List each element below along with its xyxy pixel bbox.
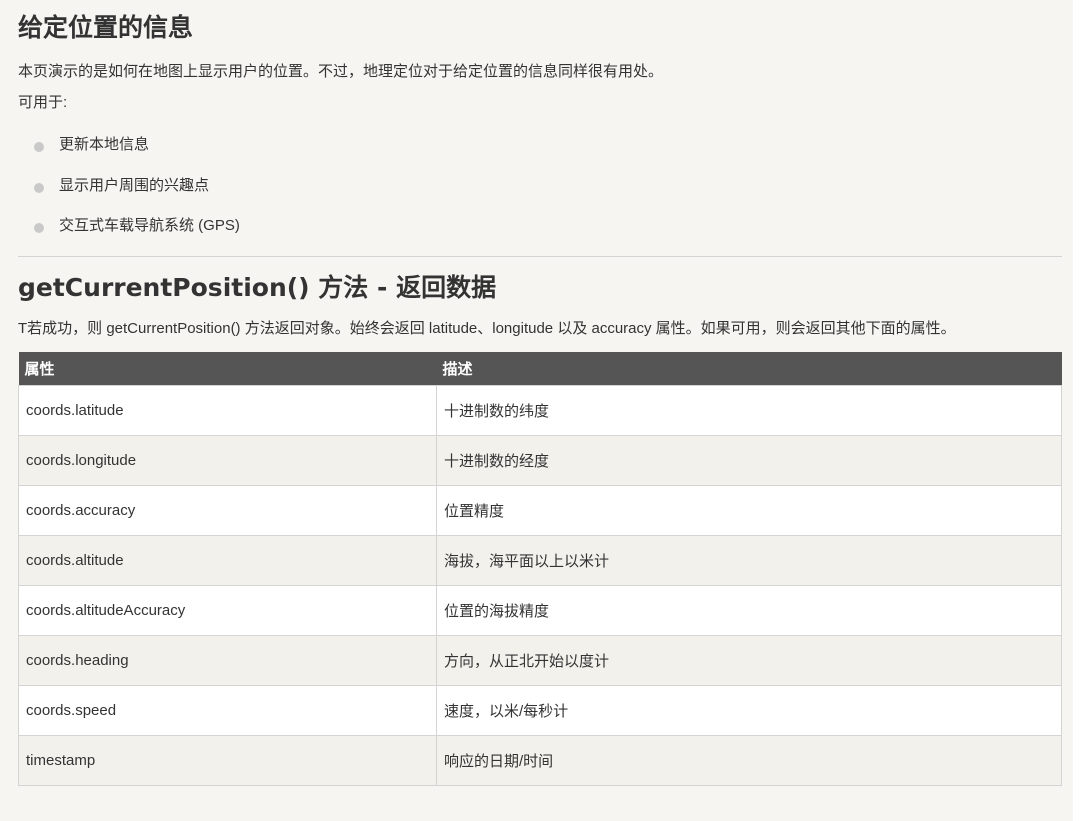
list-item: 显示用户周围的兴趣点 [18, 175, 240, 216]
table-row: coords.accuracy 位置精度 [18, 485, 1062, 536]
intro-paragraph: T若成功，则 getCurrentPosition() 方法返回对象。始终会返回… [18, 320, 956, 337]
property-cell: coords.heading [18, 635, 437, 686]
properties-table: 属性 描述 coords.latitude 十进制数的纬度 coords.lon… [18, 352, 1062, 786]
column-header: 描述 [436, 352, 1062, 386]
property-cell: coords.altitudeAccuracy [18, 585, 437, 636]
list-item-text: 显示用户周围的兴趣点 [59, 176, 210, 194]
description-cell: 方向，从正北开始以度计 [436, 635, 1062, 686]
column-header: 属性 [18, 352, 437, 386]
description-cell: 十进制数的纬度 [436, 385, 1062, 436]
page-margin [1073, 0, 1087, 821]
section-title: 给定位置的信息 [18, 13, 194, 42]
property-cell: coords.longitude [18, 435, 437, 486]
description-cell: 十进制数的经度 [436, 435, 1062, 486]
table-row: coords.longitude 十进制数的经度 [18, 435, 1062, 486]
table-header-row: 属性 描述 [18, 352, 1062, 386]
divider [18, 256, 1062, 257]
table-row: coords.altitudeAccuracy 位置的海拔精度 [18, 585, 1062, 636]
bullet-icon [34, 182, 44, 193]
list-item-text: 更新本地信息 [59, 136, 150, 153]
description-cell: 海拔，海平面以上以米计 [436, 535, 1062, 586]
content-area: 给定位置的信息 本页演示的是如何在地图上显示用户的位置。不过，地理定位对于给定位… [4, 0, 1073, 821]
list-item: 更新本地信息 [18, 134, 240, 175]
table-row: timestamp 响应的日期/时间 [18, 735, 1062, 786]
description-cell: 位置精度 [436, 485, 1062, 536]
list-item: 交互式车载导航系统 (GPS) [18, 215, 240, 256]
property-cell: timestamp [18, 735, 437, 786]
property-cell: coords.altitude [18, 535, 437, 586]
uses-label: 可用于: [18, 94, 68, 111]
table-row: coords.latitude 十进制数的纬度 [18, 385, 1062, 436]
table-row: coords.heading 方向，从正北开始以度计 [18, 635, 1062, 686]
description-cell: 响应的日期/时间 [436, 735, 1062, 786]
property-cell: coords.accuracy [18, 485, 437, 536]
bullet-icon [34, 223, 44, 233]
property-cell: coords.speed [18, 685, 437, 736]
description-cell: 位置的海拔精度 [436, 585, 1062, 636]
table-row: coords.speed 速度，以米/每秒计 [18, 685, 1062, 736]
intro-paragraph: 本页演示的是如何在地图上显示用户的位置。不过，地理定位对于给定位置的信息同样很有… [18, 63, 664, 80]
bullet-icon [34, 142, 44, 152]
list-item-text: 交互式车载导航系统 (GPS) [59, 217, 240, 234]
table-row: coords.altitude 海拔，海平面以上以米计 [18, 535, 1062, 586]
property-cell: coords.latitude [18, 385, 437, 436]
uses-list: 更新本地信息 显示用户周围的兴趣点 交互式车载导航系统 (GPS) [18, 134, 240, 256]
description-cell: 速度，以米/每秒计 [436, 685, 1062, 736]
section-title: getCurrentPosition() 方法 - 返回数据 [18, 273, 497, 302]
